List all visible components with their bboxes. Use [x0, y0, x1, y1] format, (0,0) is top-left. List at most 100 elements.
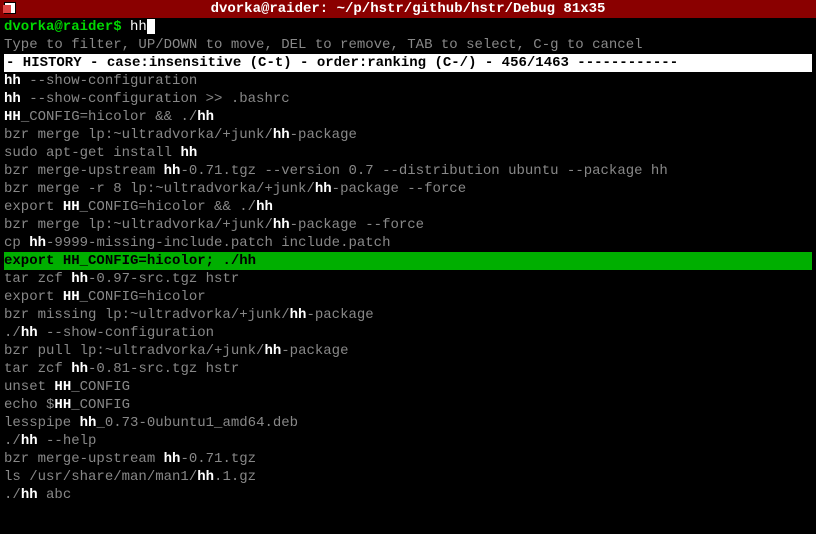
match-highlight: hh — [4, 91, 21, 107]
match-highlight: HH — [63, 289, 80, 305]
match-highlight: hh — [164, 451, 181, 467]
status-bar: - HISTORY - case:insensitive (C-t) - ord… — [4, 54, 812, 72]
history-text: -package — [306, 307, 373, 323]
history-text: bzr pull lp:~ultradvorka/+junk/ — [4, 343, 264, 359]
history-text: _CONFIG=hicolor && ./ — [21, 109, 197, 125]
history-item[interactable]: bzr merge lp:~ultradvorka/+junk/hh-packa… — [4, 216, 812, 234]
history-item[interactable]: ./hh abc — [4, 486, 812, 504]
history-text: -package — [290, 127, 357, 143]
history-text: -0.81-src.tgz hstr — [88, 361, 239, 377]
history-item[interactable]: cp hh-9999-missing-include.patch include… — [4, 234, 812, 252]
history-item[interactable]: echo $HH_CONFIG — [4, 396, 812, 414]
history-text: sudo apt-get install — [4, 145, 180, 161]
window-titlebar: dvorka@raider: ~/p/hstr/github/hstr/Debu… — [0, 0, 816, 18]
match-highlight: HH — [54, 379, 71, 395]
history-text: -package — [281, 343, 348, 359]
history-text: _0.73-0ubuntu1_amd64.deb — [96, 415, 298, 431]
history-item[interactable]: sudo apt-get install hh — [4, 144, 812, 162]
window-app-icon — [4, 2, 16, 14]
history-item[interactable]: export HH_CONFIG=hicolor; ./hh — [4, 252, 812, 270]
match-highlight: hh — [164, 163, 181, 179]
history-text: -9999-missing-include.patch include.patc… — [46, 235, 390, 251]
history-text: abc — [38, 487, 72, 503]
history-item[interactable]: tar zcf hh-0.97-src.tgz hstr — [4, 270, 812, 288]
prompt-prefix: dvorka@raider$ — [4, 19, 130, 35]
history-item[interactable]: ls /usr/share/man/man1/hh.1.gz — [4, 468, 812, 486]
history-item[interactable]: lesspipe hh_0.73-0ubuntu1_amd64.deb — [4, 414, 812, 432]
match-highlight: hh — [290, 307, 307, 323]
history-item[interactable]: bzr merge-upstream hh-0.71.tgz --version… — [4, 162, 812, 180]
history-text: export — [4, 199, 63, 215]
history-text: bzr merge lp:~ultradvorka/+junk/ — [4, 217, 273, 233]
history-text: -package --force — [290, 217, 424, 233]
history-text: --show-configuration — [38, 325, 214, 341]
history-text: ./ — [4, 433, 21, 449]
terminal-area[interactable]: dvorka@raider$ hh Type to filter, UP/DOW… — [0, 18, 816, 504]
history-text: bzr missing lp:~ultradvorka/+junk/ — [4, 307, 290, 323]
history-text: ls /usr/share/man/man1/ — [4, 469, 197, 485]
match-highlight: hh — [264, 343, 281, 359]
match-highlight: hh — [239, 253, 256, 269]
history-item[interactable]: bzr merge -r 8 lp:~ultradvorka/+junk/hh-… — [4, 180, 812, 198]
window-title: dvorka@raider: ~/p/hstr/github/hstr/Debu… — [211, 1, 606, 17]
history-list: hh --show-configurationhh --show-configu… — [4, 72, 812, 504]
command-input-text[interactable]: hh — [130, 19, 147, 35]
history-text: export — [4, 289, 63, 305]
match-highlight: HH — [63, 199, 80, 215]
history-item[interactable]: bzr pull lp:~ultradvorka/+junk/hh-packag… — [4, 342, 812, 360]
hint-text: Type to filter, UP/DOWN to move, DEL to … — [4, 36, 812, 54]
history-text: ./ — [4, 325, 21, 341]
history-item[interactable]: bzr merge lp:~ultradvorka/+junk/hh-packa… — [4, 126, 812, 144]
history-text: tar zcf — [4, 271, 71, 287]
history-item[interactable]: ./hh --show-configuration — [4, 324, 812, 342]
match-highlight: hh — [197, 109, 214, 125]
cursor — [147, 19, 155, 34]
match-highlight: hh — [29, 235, 46, 251]
history-text: lesspipe — [4, 415, 80, 431]
history-text: _CONFIG=hicolor && ./ — [80, 199, 256, 215]
history-text: --show-configuration >> .bashrc — [21, 91, 290, 107]
match-highlight: hh — [256, 199, 273, 215]
history-text: cp — [4, 235, 29, 251]
history-text: bzr merge -r 8 lp:~ultradvorka/+junk/ — [4, 181, 315, 197]
history-text: ./ — [4, 487, 21, 503]
history-item[interactable]: export HH_CONFIG=hicolor — [4, 288, 812, 306]
match-highlight: hh — [71, 271, 88, 287]
history-text: -0.97-src.tgz hstr — [88, 271, 239, 287]
history-text: _CONFIG=hicolor; ./ — [80, 253, 240, 269]
match-highlight: hh — [80, 415, 97, 431]
history-text: --help — [38, 433, 97, 449]
match-highlight: hh — [315, 181, 332, 197]
match-highlight: hh — [21, 487, 38, 503]
match-highlight: hh — [197, 469, 214, 485]
history-text: bzr merge-upstream — [4, 451, 164, 467]
match-highlight: hh — [21, 433, 38, 449]
history-text: export — [4, 253, 63, 269]
match-highlight: hh — [273, 217, 290, 233]
history-text: _CONFIG — [71, 379, 130, 395]
match-highlight: hh — [4, 73, 21, 89]
match-highlight: HH — [4, 109, 21, 125]
history-item[interactable]: ./hh --help — [4, 432, 812, 450]
history-text: tar zcf — [4, 361, 71, 377]
history-item[interactable]: export HH_CONFIG=hicolor && ./hh — [4, 198, 812, 216]
match-highlight: hh — [180, 145, 197, 161]
history-item[interactable]: unset HH_CONFIG — [4, 378, 812, 396]
history-item[interactable]: tar zcf hh-0.81-src.tgz hstr — [4, 360, 812, 378]
history-item[interactable]: hh --show-configuration >> .bashrc — [4, 90, 812, 108]
match-highlight: hh — [21, 325, 38, 341]
history-item[interactable]: HH_CONFIG=hicolor && ./hh — [4, 108, 812, 126]
match-highlight: hh — [71, 361, 88, 377]
history-text: echo $ — [4, 397, 54, 413]
match-highlight: HH — [54, 397, 71, 413]
history-text: _CONFIG — [71, 397, 130, 413]
history-item[interactable]: bzr missing lp:~ultradvorka/+junk/hh-pac… — [4, 306, 812, 324]
match-highlight: hh — [273, 127, 290, 143]
match-highlight: HH — [63, 253, 80, 269]
prompt-line: dvorka@raider$ hh — [4, 18, 812, 36]
history-text: bzr merge-upstream — [4, 163, 164, 179]
history-item[interactable]: hh --show-configuration — [4, 72, 812, 90]
history-text: bzr merge lp:~ultradvorka/+junk/ — [4, 127, 273, 143]
history-text: _CONFIG=hicolor — [80, 289, 206, 305]
history-item[interactable]: bzr merge-upstream hh-0.71.tgz — [4, 450, 812, 468]
